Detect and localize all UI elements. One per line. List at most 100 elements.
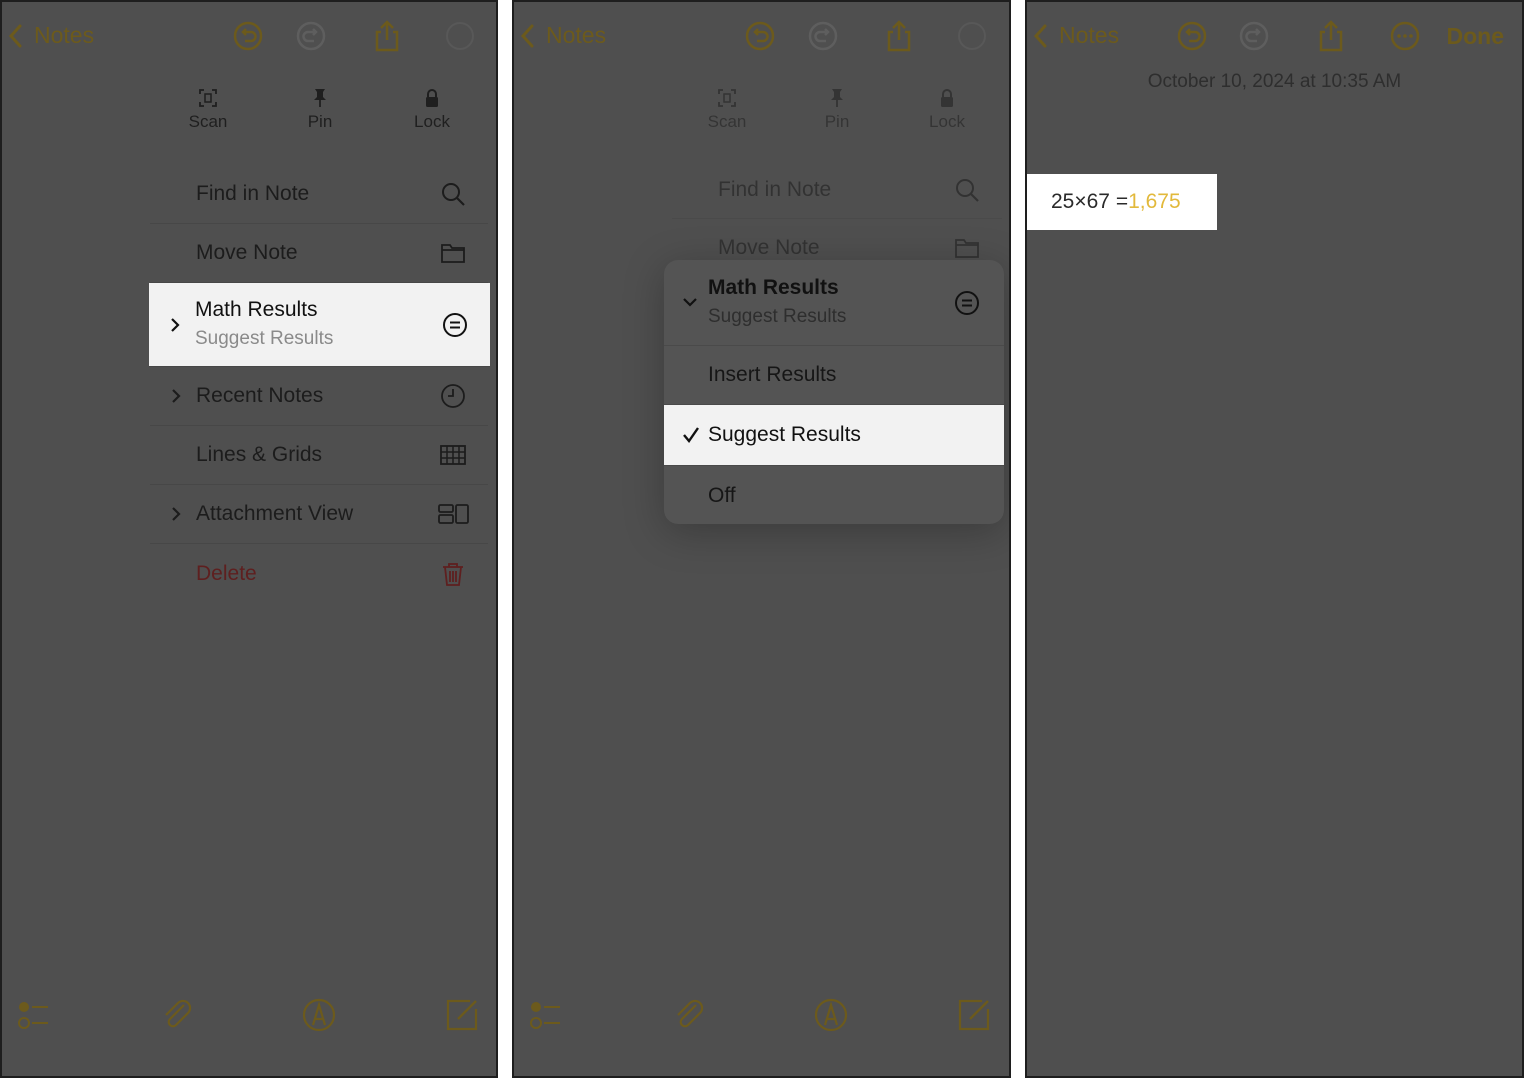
nav-bar: Notes Done — [1027, 2, 1522, 72]
back-button[interactable]: Notes — [1033, 22, 1119, 49]
option-suggest-results[interactable]: Suggest Results — [664, 405, 1004, 466]
pin-button[interactable]: Pin — [264, 68, 376, 156]
clock-icon — [441, 384, 465, 408]
undo-icon[interactable] — [232, 20, 264, 52]
scan-button[interactable]: Scan — [152, 68, 264, 156]
menu-item-label: Find in Note — [196, 182, 310, 205]
expression-text: 25×67 = — [1051, 190, 1129, 213]
lock-icon — [941, 89, 953, 107]
menu-item-label: Delete — [196, 561, 257, 585]
menu-item-delete[interactable]: Delete — [150, 544, 488, 603]
pin-button[interactable]: Pin — [782, 68, 892, 156]
pin-label: Pin — [824, 112, 850, 131]
submenu-header-math-results[interactable]: Math Results Suggest Results — [664, 260, 1004, 346]
search-icon — [956, 179, 979, 202]
share-icon[interactable] — [883, 20, 915, 52]
checkmark-icon — [683, 427, 699, 443]
option-label: Insert Results — [708, 363, 837, 386]
pin-label: Pin — [307, 112, 333, 131]
submenu-subtitle: Suggest Results — [708, 306, 847, 327]
trash-icon — [443, 562, 463, 586]
scan-button[interactable]: Scan — [672, 68, 782, 156]
redo-icon[interactable] — [807, 20, 839, 52]
chevron-left-icon — [1033, 24, 1047, 47]
menu-item-find-in-note[interactable]: Find in Note — [150, 165, 488, 224]
lock-label: Lock — [929, 112, 965, 131]
compose-icon[interactable] — [956, 997, 992, 1033]
menu-item-label: Lines & Grids — [196, 443, 323, 466]
back-button[interactable]: Notes — [520, 22, 606, 49]
equals-circle-icon — [955, 291, 979, 315]
notes-screen-submenu: Notes Scan Pin Lock Find in Note Move No… — [512, 0, 1011, 1078]
more-icon[interactable] — [956, 20, 988, 52]
menu-item-label: Find in Note — [718, 178, 832, 201]
lock-icon — [426, 89, 438, 107]
folder-icon — [955, 238, 979, 258]
pin-icon — [831, 89, 843, 107]
option-label: Off — [708, 483, 736, 507]
note-date: October 10, 2024 at 10:35 AM — [1147, 71, 1402, 92]
nav-bar: Notes — [514, 2, 1009, 72]
undo-icon[interactable] — [744, 20, 776, 52]
menu-item-attachment-view[interactable]: Attachment View — [150, 485, 488, 544]
back-label: Notes — [546, 22, 607, 48]
option-off[interactable]: Off — [664, 466, 1004, 524]
math-expression[interactable]: 25×67 = 1,675 — [1027, 174, 1217, 230]
bottom-toolbar — [514, 997, 1009, 1043]
pin-icon — [314, 89, 326, 107]
checklist-icon[interactable] — [528, 997, 564, 1033]
note-options-menu: Find in Note Move Note Math Results Sugg… — [149, 165, 490, 603]
chevron-left-icon — [520, 24, 534, 47]
menu-item-lines-grids[interactable]: Lines & Grids — [150, 426, 488, 485]
bottom-toolbar — [2, 997, 496, 1043]
redo-icon[interactable] — [295, 20, 327, 52]
more-icon[interactable] — [444, 20, 476, 52]
paperclip-icon[interactable] — [160, 997, 196, 1033]
lock-button[interactable]: Lock — [892, 68, 1002, 156]
menu-item-sublabel: Suggest Results — [195, 328, 334, 349]
paperclip-icon[interactable] — [672, 997, 708, 1033]
lock-label: Lock — [414, 112, 450, 131]
option-label: Suggest Results — [708, 423, 861, 446]
markup-pen-icon[interactable] — [813, 997, 849, 1033]
share-icon[interactable] — [371, 20, 403, 52]
markup-pen-icon[interactable] — [301, 997, 337, 1033]
more-icon[interactable] — [1389, 20, 1421, 52]
chevron-right-icon — [171, 318, 180, 332]
chevron-right-icon — [172, 389, 181, 403]
scan-label: Scan — [188, 112, 228, 131]
quick-actions: Scan Pin Lock — [152, 68, 488, 156]
attachment-view-icon — [438, 504, 469, 524]
menu-item-label: Recent Notes — [196, 384, 324, 407]
option-insert-results[interactable]: Insert Results — [664, 346, 1004, 405]
chevron-down-icon — [683, 298, 697, 307]
lock-button[interactable]: Lock — [376, 68, 488, 156]
compose-icon[interactable] — [444, 997, 480, 1033]
menu-item-label: Move Note — [718, 235, 820, 259]
note-options-menu: Find in Note Move Note — [672, 162, 1002, 276]
menu-item-recent-notes[interactable]: Recent Notes — [150, 367, 488, 426]
nav-bar: Notes — [2, 2, 496, 72]
notes-screen-menu: Notes Scan Pin Lock Find in Note Move No… — [0, 0, 498, 1078]
back-label: Notes — [34, 22, 95, 48]
undo-icon[interactable] — [1176, 20, 1208, 52]
checklist-icon[interactable] — [16, 997, 52, 1033]
done-button[interactable]: Done — [1447, 23, 1505, 50]
redo-icon[interactable] — [1238, 20, 1270, 52]
folder-icon — [441, 244, 465, 263]
suggested-result[interactable]: 1,675 — [1128, 190, 1181, 214]
chevron-right-icon — [172, 507, 181, 521]
menu-item-label: Math Results — [195, 298, 318, 321]
scan-icon — [199, 89, 217, 107]
share-icon[interactable] — [1315, 20, 1347, 52]
scan-label: Scan — [707, 112, 747, 131]
menu-item-math-results[interactable]: Math Results Suggest Results — [149, 283, 490, 367]
scan-icon — [718, 89, 736, 107]
back-button[interactable]: Notes — [8, 22, 94, 49]
chevron-left-icon — [8, 24, 22, 47]
menu-item-move-note[interactable]: Move Note — [150, 224, 488, 283]
menu-item-label: Move Note — [196, 241, 298, 264]
equals-circle-icon — [443, 312, 467, 337]
submenu-title: Math Results — [708, 276, 839, 299]
menu-item-find-in-note[interactable]: Find in Note — [672, 162, 1002, 219]
